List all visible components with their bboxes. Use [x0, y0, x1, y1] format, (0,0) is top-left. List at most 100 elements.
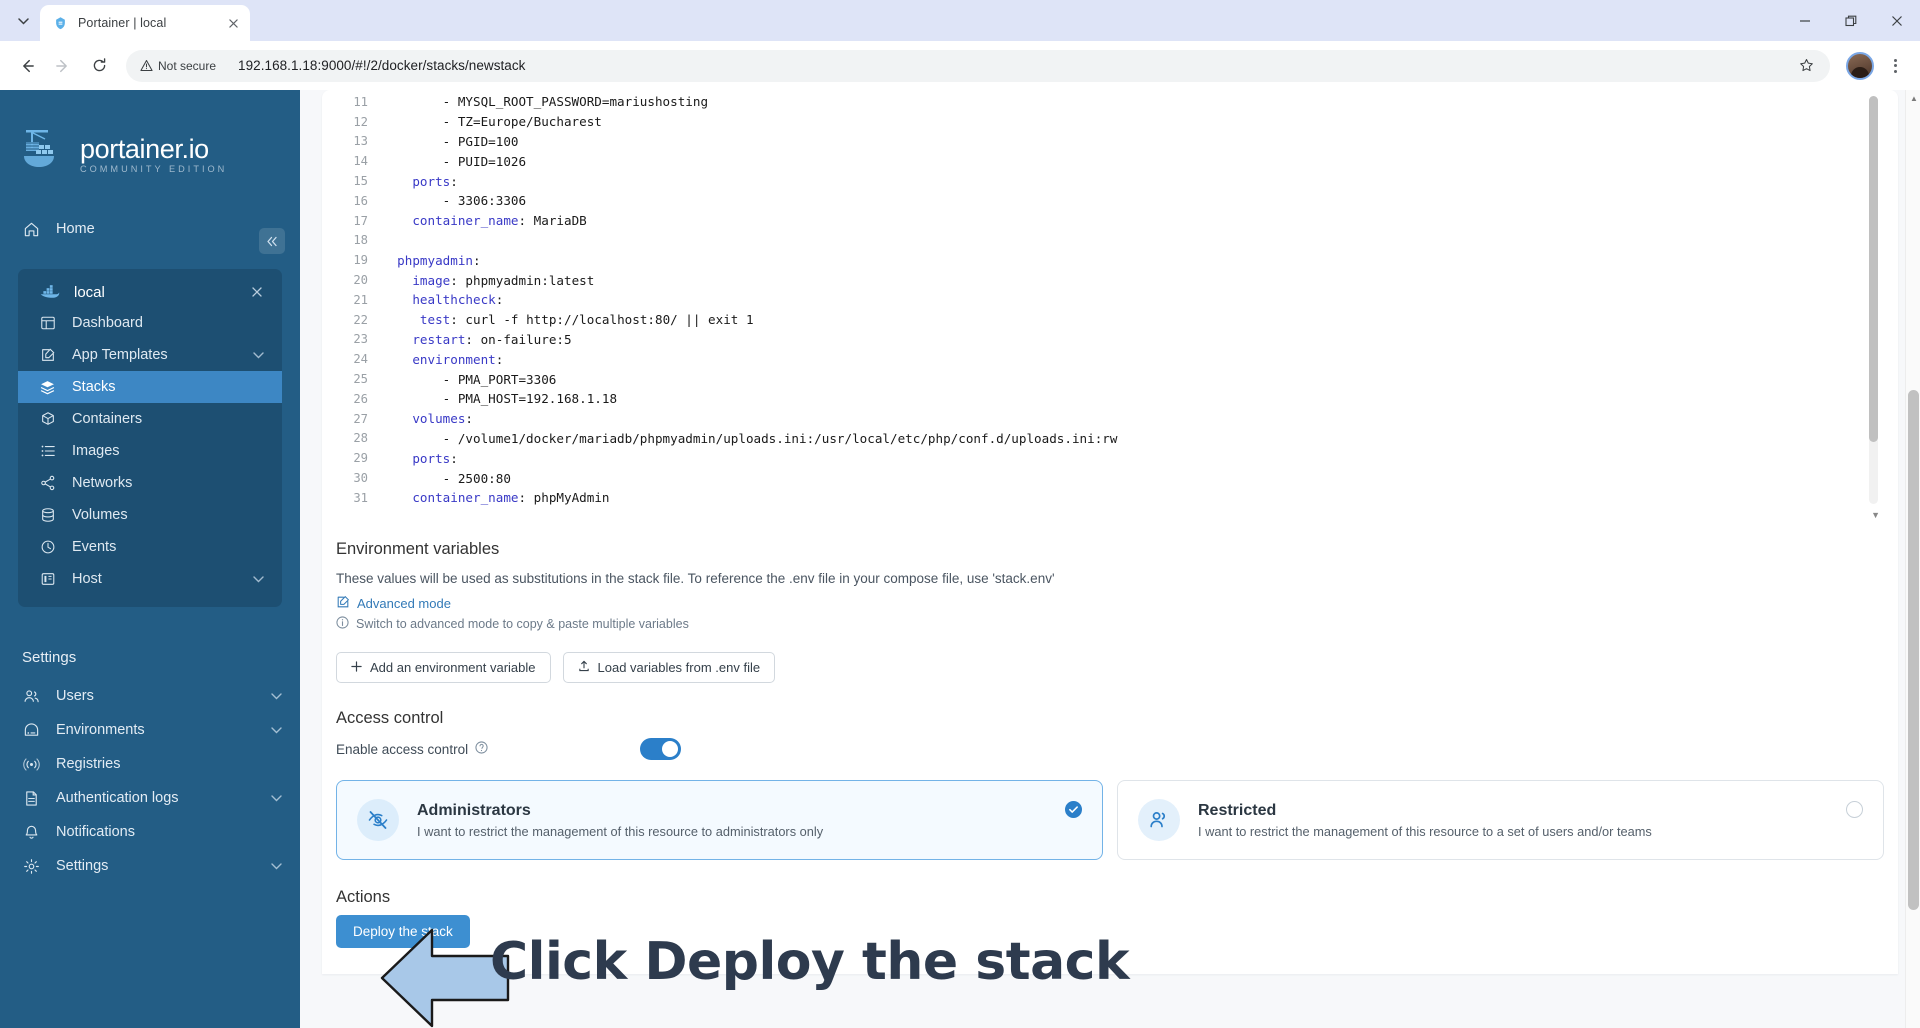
- close-icon[interactable]: [225, 15, 242, 32]
- sidebar-item-app-templates[interactable]: App Templates: [18, 339, 282, 371]
- code-lines[interactable]: 11 - MYSQL_ROOT_PASSWORD=mariushosting 12…: [336, 92, 1884, 508]
- arrow-right-icon[interactable]: [46, 49, 80, 83]
- security-indicator[interactable]: Not secure: [140, 59, 216, 73]
- scroll-up-arrow-icon[interactable]: ▲: [1910, 94, 1918, 103]
- window-close-icon[interactable]: [1874, 0, 1920, 41]
- address-bar[interactable]: Not secure 192.168.1.18:9000/#!/2/docker…: [126, 49, 1830, 82]
- advanced-mode-label: Advanced mode: [357, 596, 451, 612]
- code-line[interactable]: 22 test: curl -f http://localhost:80/ ||…: [336, 310, 1884, 330]
- chevron-down-icon[interactable]: [6, 4, 40, 38]
- editor-scrollbar-thumb[interactable]: [1869, 96, 1878, 442]
- code-text: volumes:: [412, 411, 474, 427]
- code-text: phpmyadmin:: [397, 252, 481, 268]
- gear-icon: [22, 857, 41, 876]
- code-line[interactable]: 28 - /volume1/docker/mariadb/phpmyadmin/…: [336, 429, 1884, 449]
- code-text: - TZ=Europe/Bucharest: [382, 114, 602, 130]
- code-line[interactable]: 26 - PMA_HOST=192.168.1.18: [336, 389, 1884, 409]
- page-viewport: portainer.io COMMUNITY EDITION Home loca…: [0, 90, 1920, 1028]
- code-line[interactable]: 11 - MYSQL_ROOT_PASSWORD=mariushosting: [336, 92, 1884, 112]
- reload-icon[interactable]: [82, 49, 116, 83]
- sidebar-item-volumes[interactable]: Volumes: [18, 499, 282, 531]
- load-env-file-button[interactable]: Load variables from .env file: [562, 652, 776, 684]
- upload-icon: [578, 660, 590, 675]
- line-number: 15: [353, 174, 368, 189]
- sidebar-item-users[interactable]: Users: [0, 680, 300, 712]
- code-line[interactable]: 21 healthcheck:: [336, 290, 1884, 310]
- code-line[interactable]: 19 phpmyadmin:: [336, 250, 1884, 270]
- portainer-favicon: [52, 15, 69, 32]
- chevron-down-icon[interactable]: [271, 722, 282, 738]
- browser-toolbar: Not secure 192.168.1.18:9000/#!/2/docker…: [0, 41, 1920, 90]
- access-option-administrators[interactable]: Administrators I want to restrict the ma…: [336, 780, 1103, 861]
- sidebar-item-registries[interactable]: Registries: [0, 748, 300, 780]
- code-line[interactable]: 16 - 3306:3306: [336, 191, 1884, 211]
- sidebar-item-environments[interactable]: Environments: [0, 714, 300, 746]
- code-line[interactable]: 20 image: phpmyadmin:latest: [336, 270, 1884, 290]
- code-line[interactable]: 29 ports:: [336, 448, 1884, 468]
- add-environment-variable-button[interactable]: Add an environment variable: [336, 652, 551, 684]
- access-option-restricted[interactable]: Restricted I want to restrict the manage…: [1117, 780, 1884, 861]
- kebab-menu-icon[interactable]: [1880, 51, 1910, 81]
- chevron-double-left-icon[interactable]: [259, 228, 285, 254]
- sidebar-item-home[interactable]: Home: [0, 213, 300, 245]
- env-vars-hint: Switch to advanced mode to copy & paste …: [336, 616, 1884, 632]
- deploy-the-stack-button[interactable]: Deploy the stack: [336, 915, 470, 949]
- line-number: 21: [353, 292, 368, 307]
- scroll-down-arrow-icon[interactable]: ▼: [1871, 510, 1880, 520]
- editor-scrollbar[interactable]: [1869, 96, 1878, 504]
- sidebar-item-images[interactable]: Images: [18, 435, 282, 467]
- page-scrollbar-thumb[interactable]: [1908, 390, 1919, 910]
- page-scrollbar[interactable]: ▲: [1905, 90, 1920, 1028]
- chevron-down-icon[interactable]: [253, 571, 264, 587]
- code-line[interactable]: 13 - PGID=100: [336, 132, 1884, 152]
- code-line[interactable]: 27 volumes:: [336, 409, 1884, 429]
- code-text: - PUID=1026: [382, 153, 527, 169]
- access-control-section: Access control Enable access control Adm…: [322, 709, 1898, 864]
- code-line[interactable]: 18: [336, 231, 1884, 251]
- question-circle-icon[interactable]: [475, 741, 488, 757]
- sidebar-item-authentication-logs[interactable]: Authentication logs: [0, 782, 300, 814]
- code-line[interactable]: 24 environment:: [336, 349, 1884, 369]
- code-line[interactable]: 15 ports:: [336, 171, 1884, 191]
- code-line[interactable]: 30 - 2500:80: [336, 468, 1884, 488]
- sidebar-item-dashboard[interactable]: Dashboard: [18, 307, 282, 339]
- browser-tab[interactable]: Portainer | local: [40, 5, 250, 41]
- sidebar-item-host[interactable]: Host: [18, 563, 282, 595]
- chevron-down-icon[interactable]: [271, 688, 282, 704]
- line-number: 14: [353, 154, 368, 169]
- restore-icon[interactable]: [1828, 0, 1874, 41]
- line-number: 23: [353, 332, 368, 347]
- code-line[interactable]: 23 restart: on-failure:5: [336, 330, 1884, 350]
- sidebar-item-events[interactable]: Events: [18, 531, 282, 563]
- radio-circle-icon[interactable]: [1846, 801, 1863, 819]
- code-line[interactable]: 31 container_name: phpMyAdmin: [336, 488, 1884, 508]
- star-icon[interactable]: [1794, 54, 1818, 78]
- close-icon[interactable]: [248, 283, 266, 301]
- check-circle-icon[interactable]: [1065, 801, 1082, 819]
- sidebar-item-settings[interactable]: Settings: [0, 850, 300, 882]
- portainer-logo[interactable]: portainer.io COMMUNITY EDITION: [0, 100, 300, 183]
- advanced-mode-link[interactable]: Advanced mode: [336, 595, 1884, 612]
- logo-subtitle: COMMUNITY EDITION: [80, 164, 228, 175]
- sidebar-item-containers[interactable]: Containers: [18, 403, 282, 435]
- sidebar-item-notifications[interactable]: Notifications: [0, 816, 300, 848]
- code-line[interactable]: 17 container_name: MariaDB: [336, 211, 1884, 231]
- code-line[interactable]: 12 - TZ=Europe/Bucharest: [336, 112, 1884, 132]
- code-line[interactable]: 14 - PUID=1026: [336, 151, 1884, 171]
- sidebar-item-networks[interactable]: Networks: [18, 467, 282, 499]
- portainer-logo-icon: [22, 126, 68, 183]
- browser-window: Portainer | local Not secure 192.168.1.1…: [0, 0, 1920, 1028]
- code-line[interactable]: 25 - PMA_PORT=3306: [336, 369, 1884, 389]
- yaml-editor[interactable]: 11 - MYSQL_ROOT_PASSWORD=mariushosting 12…: [336, 90, 1884, 522]
- environment-header[interactable]: local: [18, 277, 282, 307]
- minimize-icon[interactable]: [1782, 0, 1828, 41]
- chevron-down-icon[interactable]: [271, 858, 282, 874]
- enable-access-control-toggle[interactable]: [640, 738, 682, 761]
- events-icon: [38, 538, 57, 557]
- chevron-down-icon[interactable]: [271, 790, 282, 806]
- chevron-down-icon[interactable]: [253, 347, 264, 363]
- arrow-left-icon[interactable]: [10, 49, 44, 83]
- notifications-icon: [22, 823, 41, 842]
- sidebar-item-stacks[interactable]: Stacks: [18, 371, 282, 403]
- avatar[interactable]: [1846, 51, 1874, 80]
